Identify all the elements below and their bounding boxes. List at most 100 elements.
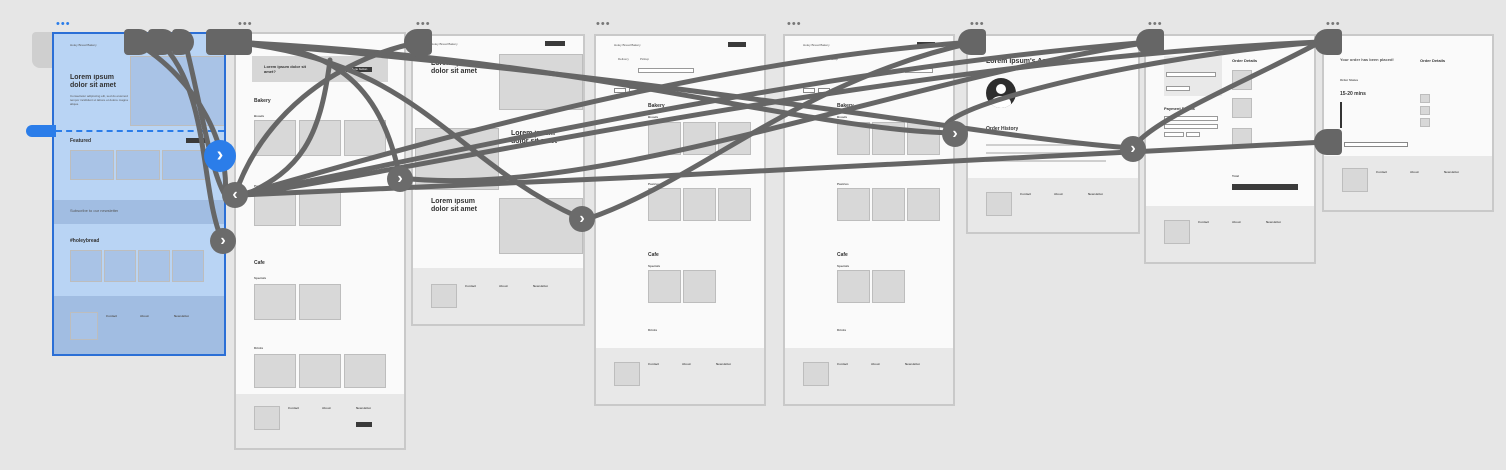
bakery-title: Bakery <box>837 103 854 109</box>
chevron-left-icon[interactable]: ‹ <box>222 182 248 208</box>
frame-menu-dots[interactable]: ••• <box>1326 19 1341 30</box>
chevron-right-icon[interactable]: › <box>1120 136 1146 162</box>
bread-image-3 <box>907 122 940 155</box>
address-field[interactable] <box>638 68 694 73</box>
frame-menu[interactable]: Lorem ipsum dolor sit amet? Menu button … <box>234 32 406 450</box>
order-status-label: Order Status <box>1340 78 1359 82</box>
chevron-right-icon[interactable]: › <box>942 121 968 147</box>
nav-brand: Holey Bread Bakery <box>431 42 458 46</box>
address-field[interactable] <box>1166 72 1216 77</box>
gallery-image-1 <box>70 250 102 282</box>
frame-menu-dots[interactable]: ••• <box>1148 19 1163 30</box>
filter-chip[interactable] <box>629 88 641 93</box>
footer-logo <box>986 192 1012 216</box>
pastry-image-2 <box>299 192 341 226</box>
connector-origin-4[interactable] <box>206 29 252 55</box>
card-name-field[interactable] <box>1164 116 1218 121</box>
frame-home[interactable]: Holey Bread Bakery Lorem ipsum dolor sit… <box>52 32 226 356</box>
cafe-title: Cafe <box>648 252 659 258</box>
frame-menu-dots[interactable]: ••• <box>56 19 71 30</box>
pastry-image-1 <box>648 188 681 221</box>
chevron-right-icon[interactable]: › <box>569 206 595 232</box>
time-field[interactable] <box>1166 86 1190 91</box>
footer-logo <box>614 362 640 386</box>
banner-title: Lorem ipsum dolor sit amet? <box>264 64 307 74</box>
pastry-image-3 <box>907 188 940 221</box>
footer-about: About <box>1232 220 1241 224</box>
place-order-button[interactable] <box>1232 184 1298 190</box>
bread-image-3 <box>344 120 386 156</box>
pastry-image-1 <box>254 192 296 226</box>
frame-order-2[interactable]: Holey Bread Bakery Delivery Pickup Baker… <box>783 34 955 406</box>
item-image-1 <box>1420 94 1430 103</box>
hero-title: Lorem ipsum dolor sit amet <box>70 74 116 89</box>
filter-chip[interactable] <box>818 88 830 93</box>
item-image-2 <box>1232 98 1252 118</box>
footer-contact: Contact <box>465 284 477 288</box>
featured-title: Featured <box>70 138 92 144</box>
connector-endpoint[interactable] <box>404 29 432 55</box>
frame-menu-dots[interactable]: ••• <box>596 19 611 30</box>
card-number-field[interactable] <box>1164 124 1218 129</box>
pastry-image-2 <box>872 188 905 221</box>
frame-menu-dots[interactable]: ••• <box>238 19 253 30</box>
footer-logo <box>431 284 457 308</box>
footer-logo <box>803 362 829 386</box>
connector-endpoint[interactable] <box>1314 129 1342 155</box>
banner-button[interactable]: Menu button <box>346 67 372 72</box>
filter-chip[interactable] <box>803 88 815 93</box>
selection-nav-arrow[interactable]: › <box>204 140 236 172</box>
footer-contact: Contact <box>106 314 118 318</box>
order-button[interactable] <box>728 42 746 47</box>
connector-endpoint[interactable] <box>958 29 986 55</box>
frame-checkout[interactable]: Payment Details Order Details Total Cont… <box>1144 34 1316 264</box>
connector-endpoint[interactable] <box>1314 29 1342 55</box>
footer-contact: Contact <box>1020 192 1032 196</box>
pastry-image-1 <box>837 188 870 221</box>
tab-delivery[interactable]: Delivery <box>807 57 818 61</box>
about-image-2 <box>415 128 499 190</box>
connector-endpoint[interactable] <box>1136 29 1164 55</box>
tab-delivery[interactable]: Delivery <box>618 57 629 61</box>
tab-pickup[interactable]: Pickup <box>640 57 649 61</box>
order-button[interactable] <box>917 42 935 47</box>
chevron-right-icon[interactable]: › <box>387 166 413 192</box>
selection-handle-bar[interactable] <box>26 125 56 137</box>
frame-menu-dots[interactable]: ••• <box>416 19 431 30</box>
chevron-right-icon[interactable]: › <box>210 228 236 254</box>
special-image-2 <box>872 270 905 303</box>
drinks-label: Drinks <box>648 328 658 332</box>
frame-menu-dots[interactable]: ••• <box>787 19 802 30</box>
back-to-home-button[interactable] <box>1344 142 1408 147</box>
bread-image-3 <box>718 122 751 155</box>
footer-contact: Contact <box>1198 220 1210 224</box>
filter-chip[interactable] <box>614 88 626 93</box>
selection-guide-line <box>56 130 224 132</box>
expiry-field[interactable] <box>1164 132 1184 137</box>
bakery-title: Bakery <box>254 98 271 104</box>
item-image-3 <box>1232 128 1252 148</box>
breads-label: Breads <box>648 115 659 119</box>
frame-menu-dots[interactable]: ••• <box>970 19 985 30</box>
featured-button[interactable] <box>186 138 206 143</box>
footer-contact: Contact <box>837 362 849 366</box>
drink-image-2 <box>299 354 341 388</box>
avatar-icon <box>986 78 1016 108</box>
store-field[interactable] <box>905 68 933 73</box>
footer-logo <box>70 312 98 340</box>
footer-about: About <box>1054 192 1063 196</box>
frame-confirmation[interactable]: Your order has been placed! Order Status… <box>1322 34 1494 212</box>
footer-logo <box>1342 168 1368 192</box>
order-button[interactable] <box>545 41 565 46</box>
frame-order-1[interactable]: Holey Bread Bakery Delivery Pickup Baker… <box>594 34 766 406</box>
footer-newsletter: Newsletter <box>1088 192 1104 196</box>
bread-image-1 <box>837 122 870 155</box>
cvv-field[interactable] <box>1186 132 1200 137</box>
subscribe-button[interactable] <box>356 422 372 427</box>
frame-account[interactable]: Lorem Ipsum's Account Order History Cont… <box>966 34 1140 234</box>
history-row <box>986 160 1106 162</box>
frame-about[interactable]: Holey Bread Bakery Lorem ipsum dolor sit… <box>411 34 585 326</box>
about-title-1: Lorem ipsum dolor sit amet <box>431 60 477 75</box>
tab-pickup[interactable]: Pickup <box>829 57 838 61</box>
pastries-label: Pastries <box>648 182 660 186</box>
